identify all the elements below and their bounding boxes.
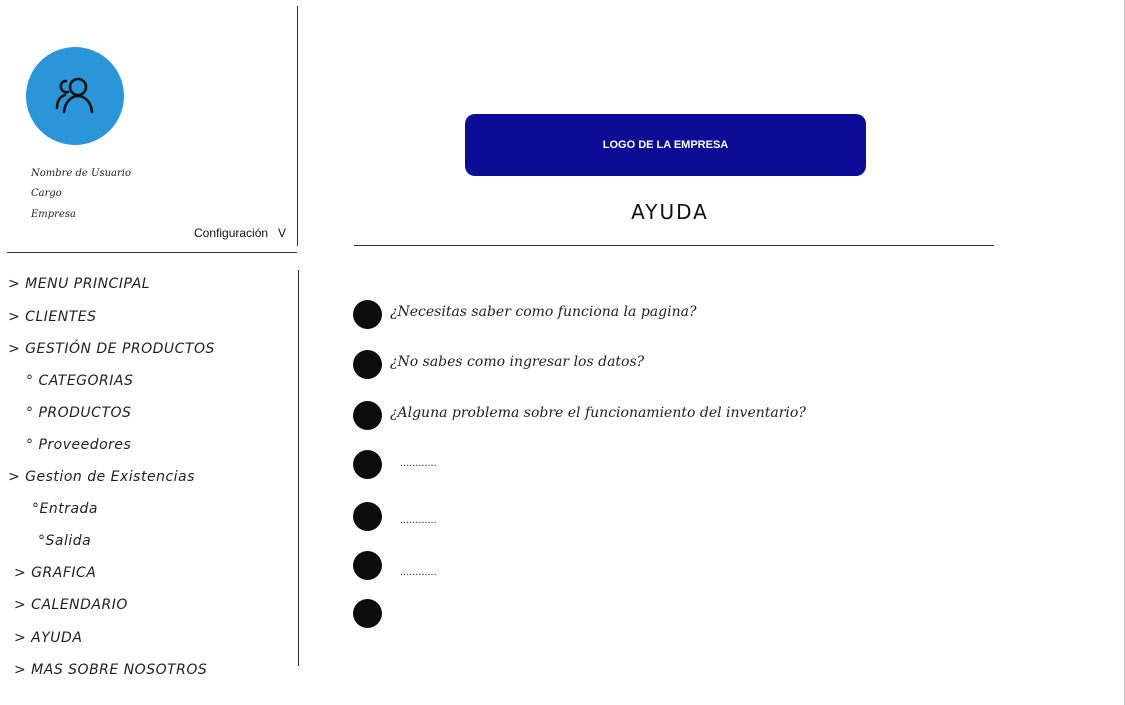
bullet-icon[interactable] [353,450,382,479]
users-icon [55,77,94,114]
bullet-icon[interactable] [353,300,382,329]
nav-mas-sobre-nosotros[interactable]: > MAS SOBRE NOSOTROS [14,662,207,678]
nav-gestion-existencias[interactable]: > Gestion de Existencias [8,469,195,485]
nav-menu-principal[interactable]: > MENU PRINCIPAL [8,276,150,292]
help-item-placeholder[interactable]: ............ [400,457,437,469]
nav-proveedores[interactable]: ° Proveedores [26,437,131,453]
nav-salida[interactable]: °Salida [38,533,91,549]
sidebar-divider [7,252,297,253]
help-item-ingresar-datos[interactable]: ¿No sabes como ingresar los datos? [390,354,644,370]
user-company: Empresa [31,209,76,220]
bullet-icon[interactable] [353,401,382,430]
bullet-icon[interactable] [353,599,382,628]
bullet-icon[interactable] [353,551,382,580]
nav-gestion-productos[interactable]: > GESTIÓN DE PRODUCTOS [8,341,215,357]
help-item-placeholder[interactable]: ............ [400,514,437,526]
nav-productos[interactable]: ° PRODUCTOS [26,405,131,421]
nav-divider [298,270,299,666]
company-logo: LOGO DE LA EMPRESA [465,114,866,176]
user-name: Nombre de Usuario [31,168,131,179]
nav-entrada[interactable]: °Entrada [32,501,98,517]
nav-clientes[interactable]: > CLIENTES [8,309,97,325]
profile-divider [297,6,298,246]
config-dropdown[interactable]: Configuración V [194,226,286,240]
nav-grafica[interactable]: > GRAFICA [14,565,96,581]
nav-ayuda[interactable]: > AYUDA [14,630,82,646]
user-role: Cargo [31,188,62,199]
nav-categorias[interactable]: ° CATEGORIAS [26,373,133,389]
help-item-placeholder[interactable]: ............ [400,566,437,578]
page-title: AYUDA [631,200,709,224]
nav-calendario[interactable]: > CALENDARIO [14,597,128,613]
title-underline [354,245,994,246]
help-item-inventario[interactable]: ¿Alguna problema sobre el funcionamiento… [390,405,806,421]
help-item-como-funciona[interactable]: ¿Necesitas saber como funciona la pagina… [390,304,696,320]
bullet-icon[interactable] [353,350,382,379]
avatar[interactable] [26,47,124,145]
bullet-icon[interactable] [353,502,382,531]
logo-label: LOGO DE LA EMPRESA [602,139,729,151]
